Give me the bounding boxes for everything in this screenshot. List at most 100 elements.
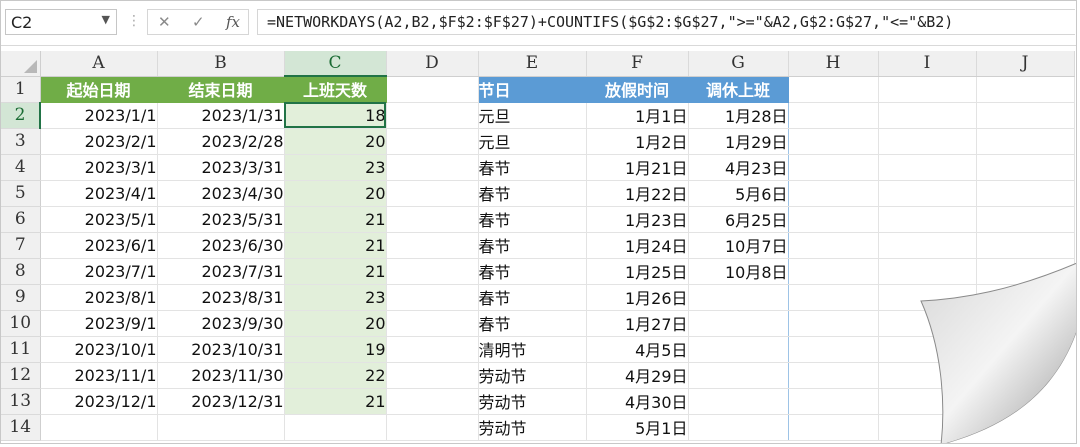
cell-empty[interactable] xyxy=(788,362,879,389)
cell-empty[interactable] xyxy=(386,284,479,311)
cell-start-date[interactable]: 2023/2/1 xyxy=(40,128,158,155)
cell-empty[interactable] xyxy=(386,232,479,259)
cell-end-date[interactable]: 2023/11/30 xyxy=(157,362,285,389)
enter-icon[interactable]: ✓ xyxy=(192,13,205,31)
cell-end-date[interactable]: 2023/9/30 xyxy=(157,310,285,337)
cell-holiday-date[interactable]: 4月5日 xyxy=(586,336,689,363)
cell-workdays[interactable]: 21 xyxy=(284,232,387,259)
cell-end-date[interactable]: 2023/7/31 xyxy=(157,258,285,285)
cell-empty[interactable] xyxy=(788,336,879,363)
cell-holiday-name[interactable]: 春节 xyxy=(477,206,587,233)
cell-empty[interactable] xyxy=(386,180,479,207)
cell-empty[interactable] xyxy=(976,336,1075,363)
name-box[interactable]: C2 ▼ xyxy=(5,9,117,35)
column-header-a[interactable]: A xyxy=(40,51,158,77)
insert-function-icon[interactable]: fx xyxy=(226,13,240,31)
cell-empty[interactable] xyxy=(976,128,1075,155)
column-header-f[interactable]: F xyxy=(586,51,689,77)
row-header-13[interactable]: 13 xyxy=(1,388,41,415)
cell-makeup-workday[interactable]: 10月8日 xyxy=(688,258,789,285)
cell-empty[interactable] xyxy=(386,102,479,129)
cancel-icon[interactable]: ✕ xyxy=(158,13,171,31)
cell-empty[interactable] xyxy=(976,284,1075,311)
cell-end-date[interactable]: 2023/2/28 xyxy=(157,128,285,155)
column-header-b[interactable]: B xyxy=(157,51,285,77)
cell-makeup-workday[interactable] xyxy=(688,414,789,441)
row-header-12[interactable]: 12 xyxy=(1,362,41,389)
cell-holiday-date[interactable]: 1月22日 xyxy=(586,180,689,207)
cell-empty[interactable] xyxy=(878,336,977,363)
cell-empty[interactable] xyxy=(788,414,879,441)
cell-empty[interactable] xyxy=(878,102,977,129)
column-header-g[interactable]: G xyxy=(688,51,789,77)
cell-empty[interactable] xyxy=(976,414,1075,441)
cell-holiday-name[interactable]: 元旦 xyxy=(477,102,587,129)
cell-empty[interactable] xyxy=(788,180,879,207)
cell-end-date[interactable]: 2023/12/31 xyxy=(157,388,285,415)
cell-end-date[interactable]: 2023/6/30 xyxy=(157,232,285,259)
cell-start-date[interactable]: 2023/1/1 xyxy=(40,102,158,129)
row-header-1[interactable]: 1 xyxy=(1,76,41,103)
cell-end-date[interactable]: 2023/10/31 xyxy=(157,336,285,363)
column-header-e[interactable]: E xyxy=(478,51,587,77)
cell-empty[interactable] xyxy=(788,102,879,129)
cell-empty[interactable] xyxy=(386,258,479,285)
cell-empty[interactable] xyxy=(788,76,879,103)
cell-holiday-date[interactable]: 1月1日 xyxy=(586,102,689,129)
header-holiday-date[interactable]: 放假时间 xyxy=(586,76,689,103)
cell-makeup-workday[interactable]: 6月25日 xyxy=(688,206,789,233)
cell-workdays[interactable]: 20 xyxy=(284,128,387,155)
cell-workdays[interactable]: 21 xyxy=(284,388,387,415)
cell-empty[interactable] xyxy=(976,362,1075,389)
cell-end-date[interactable]: 2023/3/31 xyxy=(157,154,285,181)
cell-empty[interactable] xyxy=(386,310,479,337)
cell-empty[interactable] xyxy=(976,180,1075,207)
cell-empty[interactable] xyxy=(386,336,479,363)
row-header-7[interactable]: 7 xyxy=(1,232,41,259)
header-start-date[interactable]: 起始日期 xyxy=(40,76,158,103)
cell-empty[interactable] xyxy=(976,232,1075,259)
cell-makeup-workday[interactable] xyxy=(688,310,789,337)
cell-makeup-workday[interactable] xyxy=(688,388,789,415)
cell-empty[interactable] xyxy=(788,258,879,285)
cell-makeup-workday[interactable]: 5月6日 xyxy=(688,180,789,207)
cell-start-date[interactable]: 2023/4/1 xyxy=(40,180,158,207)
cell-holiday-name[interactable]: 春节 xyxy=(477,180,587,207)
cell-workdays[interactable]: 19 xyxy=(284,336,387,363)
cell-workdays[interactable]: 23 xyxy=(284,154,387,181)
cell-makeup-workday[interactable]: 10月7日 xyxy=(688,232,789,259)
cell-empty[interactable] xyxy=(284,414,387,441)
drag-handle-icon[interactable]: ⋮ xyxy=(127,13,141,29)
cell-holiday-name[interactable]: 春节 xyxy=(477,258,587,285)
cell-holiday-date[interactable]: 5月1日 xyxy=(586,414,689,441)
cell-workdays[interactable]: 20 xyxy=(284,310,387,337)
cell-empty[interactable] xyxy=(878,284,977,311)
cell-empty[interactable] xyxy=(976,258,1075,285)
cell-start-date[interactable]: 2023/5/1 xyxy=(40,206,158,233)
cell-empty[interactable] xyxy=(878,128,977,155)
cell-start-date[interactable]: 2023/11/1 xyxy=(40,362,158,389)
cell-holiday-name[interactable]: 春节 xyxy=(477,154,587,181)
cell-end-date[interactable]: 2023/5/31 xyxy=(157,206,285,233)
cell-holiday-date[interactable]: 1月23日 xyxy=(586,206,689,233)
row-header-3[interactable]: 3 xyxy=(1,128,41,155)
cell-holiday-date[interactable]: 1月27日 xyxy=(586,310,689,337)
header-makeup-workday[interactable]: 调休上班 xyxy=(688,76,789,103)
cell-empty[interactable] xyxy=(878,206,977,233)
header-holiday[interactable]: 节日 xyxy=(478,76,587,103)
column-header-c[interactable]: C xyxy=(284,51,387,77)
cell-holiday-date[interactable]: 1月2日 xyxy=(586,128,689,155)
cell-holiday-name[interactable]: 劳动节 xyxy=(477,414,587,441)
cell-makeup-workday[interactable] xyxy=(688,362,789,389)
cell-empty[interactable] xyxy=(878,362,977,389)
cell-holiday-date[interactable]: 4月30日 xyxy=(586,388,689,415)
cell-empty[interactable] xyxy=(788,388,879,415)
cell-empty[interactable] xyxy=(157,414,285,441)
cell-empty[interactable] xyxy=(788,154,879,181)
column-header-i[interactable]: I xyxy=(878,51,977,77)
column-header-h[interactable]: H xyxy=(788,51,879,77)
cell-start-date[interactable]: 2023/9/1 xyxy=(40,310,158,337)
cell-empty[interactable] xyxy=(878,76,977,103)
cell-empty[interactable] xyxy=(788,128,879,155)
cell-makeup-workday[interactable]: 4月23日 xyxy=(688,154,789,181)
